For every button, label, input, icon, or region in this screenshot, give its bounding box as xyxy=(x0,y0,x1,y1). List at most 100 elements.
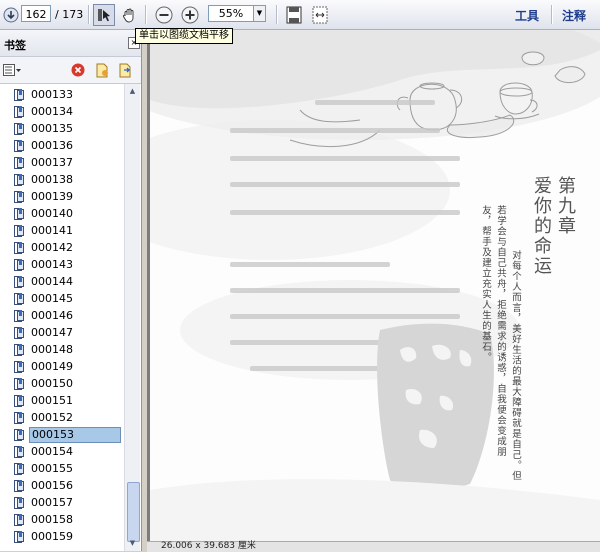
panel-toolbar xyxy=(0,57,141,84)
bookmark-icon xyxy=(14,225,25,237)
chapter-title: 爱你的命运 xyxy=(531,176,552,276)
bookmark-label: 000152 xyxy=(31,411,73,424)
page-total: / 173 xyxy=(55,8,84,21)
select-tool-icon[interactable] xyxy=(93,4,115,26)
bookmark-item[interactable]: 000153 xyxy=(14,427,124,443)
bookmark-item[interactable]: 000156 xyxy=(14,478,124,494)
epigraph-line-3: 友，帮手及建立充实人生的基石。 xyxy=(480,205,491,363)
bookmark-icon xyxy=(14,157,25,169)
bookmark-item[interactable]: 000157 xyxy=(14,495,124,511)
zoom-input[interactable]: 55% xyxy=(208,5,254,22)
bookmark-icon xyxy=(14,174,25,186)
bookmark-icon xyxy=(14,276,25,288)
delete-icon[interactable] xyxy=(70,62,86,78)
panel-title: 书签 xyxy=(4,39,26,52)
scroll-down-icon[interactable]: ▼ xyxy=(126,537,139,550)
scrollbar[interactable]: ▲ ▼ xyxy=(124,84,140,551)
document-area: 第九章 爱你的命运 对每个人而言，美好生活的最大障碍就是自己。但 若学会与自己共… xyxy=(147,30,600,552)
bookmark-label: 000145 xyxy=(31,292,73,305)
bookmark-label: 000159 xyxy=(31,530,73,543)
bookmark-item[interactable]: 000141 xyxy=(14,223,124,239)
tools-button[interactable]: 工具 xyxy=(515,7,539,24)
bookmark-label: 000135 xyxy=(31,122,73,135)
bookmark-label: 000141 xyxy=(31,224,73,237)
epigraph-line-1: 对每个人而言，美好生活的最大障碍就是自己。但 xyxy=(510,250,521,481)
zoom-dropdown-icon[interactable]: ▼ xyxy=(254,5,266,22)
bookmark-item[interactable]: 000142 xyxy=(14,240,124,256)
page-illustration xyxy=(150,30,600,545)
expand-bookmark-icon[interactable] xyxy=(117,62,133,78)
bookmark-item[interactable]: 000143 xyxy=(14,257,124,273)
bookmark-label: 000144 xyxy=(31,275,73,288)
bookmark-label: 000143 xyxy=(31,258,73,271)
bookmark-icon xyxy=(14,412,25,424)
toolbar: 162 / 173 55% ▼ 工具 注释 xyxy=(0,0,600,30)
bookmark-label: 000133 xyxy=(31,88,73,101)
bookmark-label: 000136 xyxy=(31,139,73,152)
bookmark-item[interactable]: 000138 xyxy=(14,172,124,188)
zoom-out-icon[interactable] xyxy=(153,4,175,26)
bookmark-label: 000139 xyxy=(31,190,73,203)
bookmark-icon xyxy=(14,242,25,254)
fit-page-icon[interactable] xyxy=(283,4,305,26)
new-bookmark-icon[interactable] xyxy=(94,62,110,78)
comment-button[interactable]: 注释 xyxy=(562,7,586,24)
bookmark-item[interactable]: 000149 xyxy=(14,359,124,375)
bookmark-label: 000158 xyxy=(31,513,73,526)
bookmark-icon xyxy=(14,293,25,305)
bookmark-item[interactable]: 000144 xyxy=(14,274,124,290)
bookmark-icon xyxy=(14,89,25,101)
bookmark-icon xyxy=(14,208,25,220)
bookmark-icon xyxy=(14,361,25,373)
zoom-in-icon[interactable] xyxy=(179,4,201,26)
bookmark-label: 000149 xyxy=(31,360,73,373)
bookmark-icon xyxy=(14,140,25,152)
bookmark-item[interactable]: 000147 xyxy=(14,325,124,341)
page-down-icon[interactable] xyxy=(0,4,22,26)
bookmark-label: 000148 xyxy=(31,343,73,356)
bookmark-item[interactable]: 000158 xyxy=(14,512,124,528)
bookmark-item[interactable]: 000152 xyxy=(14,410,124,426)
bookmark-icon xyxy=(14,106,25,118)
bookmark-item[interactable]: 000150 xyxy=(14,376,124,392)
bookmark-item[interactable]: 000135 xyxy=(14,121,124,137)
bookmarks-panel: 书签 × 000133 000134 000135 000136 000137 00013… xyxy=(0,30,142,551)
bookmark-icon xyxy=(14,191,25,203)
bookmark-icon xyxy=(14,344,25,356)
bookmark-item[interactable]: 000151 xyxy=(14,393,124,409)
bookmark-icon xyxy=(14,480,25,492)
bookmark-label: 000137 xyxy=(31,156,73,169)
document-page[interactable]: 第九章 爱你的命运 对每个人而言，美好生活的最大障碍就是自己。但 若学会与自己共… xyxy=(150,30,600,545)
bookmark-icon xyxy=(14,463,25,475)
bookmark-item[interactable]: 000140 xyxy=(14,206,124,222)
bookmark-item[interactable]: 000133 xyxy=(14,87,124,103)
bookmark-label: 000140 xyxy=(31,207,73,220)
scroll-thumb[interactable] xyxy=(127,482,140,542)
bookmark-icon xyxy=(14,531,25,543)
scroll-up-icon[interactable]: ▲ xyxy=(126,85,139,98)
bookmark-item[interactable]: 000155 xyxy=(14,461,124,477)
bookmark-label: 000157 xyxy=(31,496,73,509)
bookmark-item[interactable]: 000134 xyxy=(14,104,124,120)
bookmark-label: 000150 xyxy=(31,377,73,390)
fit-width-icon[interactable] xyxy=(309,4,331,26)
bookmark-icon xyxy=(14,429,25,441)
bookmark-label: 000142 xyxy=(31,241,73,254)
page-number-input[interactable]: 162 xyxy=(21,5,51,22)
epigraph-line-2: 若学会与自己共舟，拒绝需求的诱惑，自我便会变成朋 xyxy=(495,205,506,457)
bookmark-label: 000153 xyxy=(29,427,121,443)
bookmark-item[interactable]: 000136 xyxy=(14,138,124,154)
bookmark-item[interactable]: 000145 xyxy=(14,291,124,307)
hand-tool-icon[interactable] xyxy=(118,4,140,26)
panel-header: 书签 × xyxy=(0,30,141,57)
tooltip: 单击以图缆文档平移 xyxy=(135,28,233,44)
bookmark-item[interactable]: 000154 xyxy=(14,444,124,460)
bookmark-item[interactable]: 000137 xyxy=(14,155,124,171)
bookmark-icon xyxy=(14,310,25,322)
bookmark-item[interactable]: 000146 xyxy=(14,308,124,324)
bookmark-item[interactable]: 000148 xyxy=(14,342,124,358)
bookmark-label: 000147 xyxy=(31,326,73,339)
bookmark-item[interactable]: 000159 xyxy=(14,529,124,545)
options-menu-icon[interactable] xyxy=(3,62,21,78)
bookmark-item[interactable]: 000139 xyxy=(14,189,124,205)
